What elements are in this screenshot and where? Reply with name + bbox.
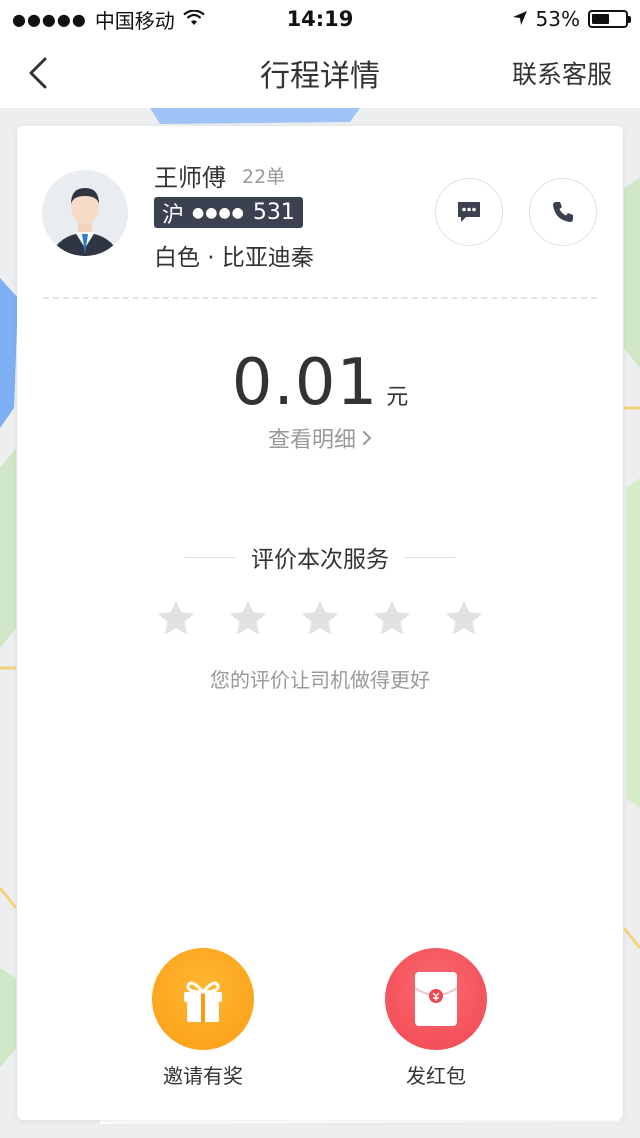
call-button[interactable]: [529, 178, 597, 246]
fare-row: 0.01 元: [17, 346, 623, 420]
rating-line-left: [185, 556, 235, 558]
star-icon[interactable]: [371, 598, 413, 640]
invite-reward-button[interactable]: 邀请有奖: [143, 948, 263, 1089]
license-plate: 沪 ●●●● 531: [154, 197, 303, 228]
rating-title: 评价本次服务: [251, 547, 389, 573]
phone-icon: [553, 202, 573, 222]
battery-percent: 53%: [535, 7, 580, 31]
star-icon[interactable]: [443, 598, 485, 640]
star-rating: [17, 598, 623, 640]
signal-icon: ●●●●●: [12, 9, 87, 29]
send-red-packet-button[interactable]: 发红包: [376, 948, 496, 1089]
invite-label: 邀请有奖: [163, 1064, 243, 1088]
location-arrow-icon: [512, 7, 528, 31]
trip-detail-card: 王师傅 22单 沪 ●●●● 531 白色 · 比亚迪秦 0.01 元 查看明细…: [17, 126, 623, 1120]
red-envelope-icon: [385, 948, 487, 1050]
view-detail-label: 查看明细: [267, 428, 356, 453]
fare-unit: 元: [386, 385, 409, 410]
car-info: 白色 · 比亚迪秦: [154, 245, 314, 271]
fare-amount: 0.01: [231, 346, 379, 420]
order-count: 22单: [242, 166, 286, 188]
view-detail-link[interactable]: 查看明细: [268, 422, 372, 454]
gift-icon: [152, 948, 254, 1050]
status-right: 53%: [512, 7, 631, 31]
status-bar: ●●●●● 中国移动 14:19 53%: [0, 0, 640, 38]
driver-info: 王师傅 22单 沪 ●●●● 531 白色 · 比亚迪秦: [17, 126, 623, 298]
star-icon[interactable]: [155, 598, 197, 640]
wifi-icon: [183, 7, 205, 31]
red-packet-label: 发红包: [406, 1064, 466, 1088]
chevron-left-icon: [29, 57, 47, 89]
rating-line-right: [405, 556, 455, 558]
driver-avatar: [42, 170, 128, 256]
driver-name: 王师傅: [154, 164, 226, 192]
divider: [43, 297, 597, 299]
battery-icon: [588, 10, 631, 28]
star-icon[interactable]: [299, 598, 341, 640]
message-icon: [458, 202, 480, 222]
star-icon[interactable]: [227, 598, 269, 640]
status-left: ●●●●● 中国移动: [12, 5, 205, 34]
battery-fill: [592, 14, 609, 24]
contact-service-button[interactable]: 联系客服: [512, 55, 612, 91]
back-button[interactable]: [28, 53, 58, 93]
carrier-label: 中国移动: [94, 8, 175, 33]
rating-title-row: 评价本次服务: [17, 540, 623, 574]
plate-suffix: 531: [252, 200, 295, 225]
fare-section: 0.01 元 查看明细: [17, 346, 623, 454]
message-button[interactable]: [435, 178, 503, 246]
rating-hint: 您的评价让司机做得更好: [210, 668, 430, 692]
nav-bar: 行程详情 联系客服: [0, 38, 640, 108]
plate-mask: ●●●●: [192, 204, 245, 221]
chevron-right-icon: [363, 431, 372, 445]
plate-prefix: 沪: [162, 202, 185, 228]
